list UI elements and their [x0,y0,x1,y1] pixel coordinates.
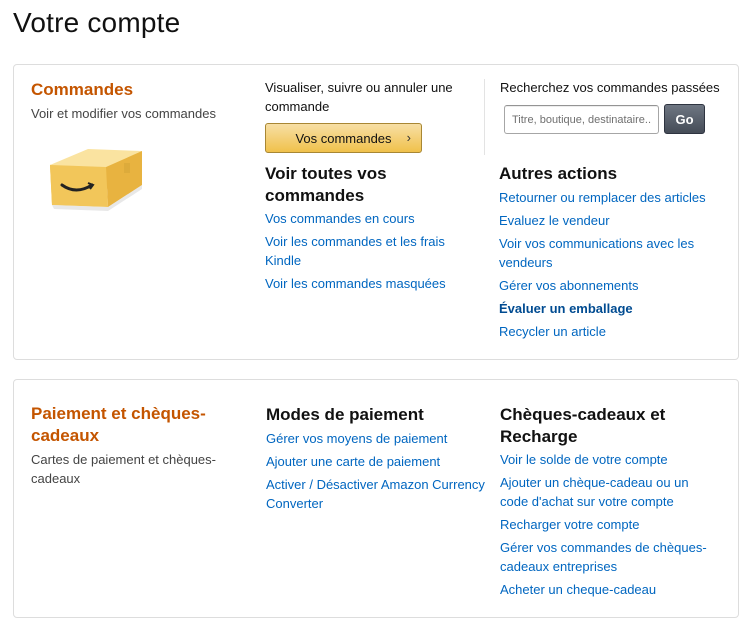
link-hidden-orders[interactable]: Voir les commandes masquées [265,274,470,293]
payment-section-title[interactable]: Paiement et chèques-cadeaux [31,403,231,447]
column-divider [484,79,485,155]
orders-card: Commandes Voir et modifier vos commandes… [13,64,739,360]
payment-section-subtitle: Cartes de paiement et chèques-cadeaux [31,452,216,486]
link-buy-gift-card[interactable]: Acheter un cheque-cadeau [500,580,715,599]
link-currency-converter[interactable]: Activer / Désactiver Amazon Currency Con… [266,475,491,513]
order-search-go-button[interactable]: Go [664,104,705,134]
orders-section-subtitle: Voir et modifier vos commandes [31,106,216,121]
your-orders-button[interactable]: Vos commandes › [265,123,422,153]
payment-methods-title: Modes de paiement [266,405,424,424]
link-recycle-item[interactable]: Recycler un article [499,322,714,341]
view-all-orders-links: Vos commandes en cours Voir les commande… [265,209,470,293]
gift-cards-title: Chèques-cadeaux et Recharge [500,405,666,446]
amazon-box-icon [50,149,142,211]
link-seller-messages[interactable]: Voir vos communications avec les vendeur… [499,234,714,272]
page-title: Votre compte [13,7,181,38]
link-manage-payment-methods[interactable]: Gérer vos moyens de paiement [266,429,491,448]
link-rate-packaging[interactable]: Évaluer un emballage [499,299,714,318]
chevron-right-icon: › [406,130,411,145]
link-account-balance[interactable]: Voir le solde de votre compte [500,450,715,469]
link-business-gift-orders[interactable]: Gérer vos commandes de chèques-cadeaux e… [500,538,715,576]
order-search-label: Recherchez vos commandes passées [500,80,720,95]
link-reload-account[interactable]: Recharger votre compte [500,515,715,534]
link-rate-seller[interactable]: Evaluez le vendeur [499,211,714,230]
link-add-card[interactable]: Ajouter une carte de paiement [266,452,491,471]
other-actions-links: Retourner ou remplacer des articles Eval… [499,188,714,341]
link-add-gift-card[interactable]: Ajouter un chèque-cadeau ou un code d'ac… [500,473,715,511]
payment-methods-links: Gérer vos moyens de paiement Ajouter une… [266,429,491,513]
link-manage-subscriptions[interactable]: Gérer vos abonnements [499,276,714,295]
gift-cards-links: Voir le solde de votre compte Ajouter un… [500,450,715,599]
payment-card: Paiement et chèques-cadeaux Cartes de pa… [13,379,739,618]
orders-manage-text: Visualiser, suivre ou annuler une comman… [265,80,453,114]
orders-section-title[interactable]: Commandes [31,79,133,101]
other-actions-title: Autres actions [499,164,618,183]
link-return-items[interactable]: Retourner ou remplacer des articles [499,188,714,207]
your-orders-button-label: Vos commandes [295,130,392,146]
order-search-input[interactable] [504,105,659,134]
view-all-orders-title: Voir toutes vos commandes [265,164,387,205]
link-orders-in-progress[interactable]: Vos commandes en cours [265,209,470,228]
link-kindle-orders[interactable]: Voir les commandes et les frais Kindle [265,232,470,270]
